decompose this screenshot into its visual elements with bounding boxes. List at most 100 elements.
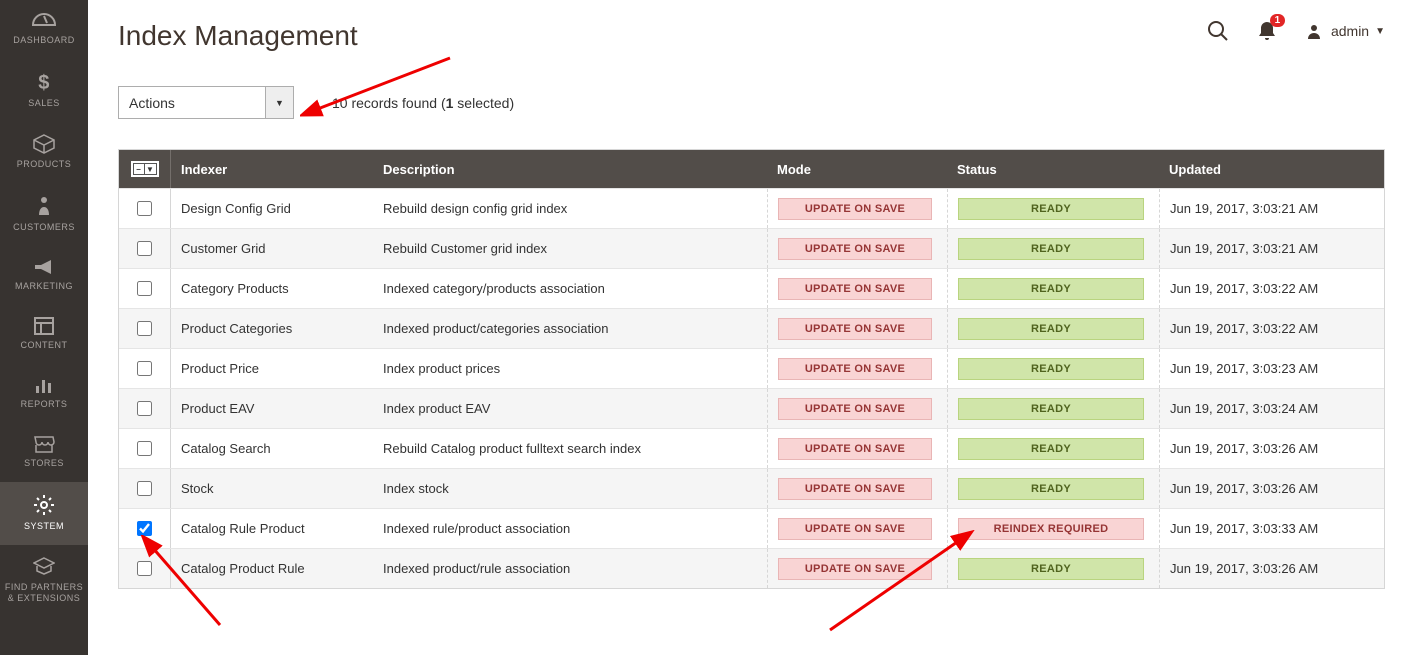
cell-indexer: Stock [171,481,373,496]
table-row: Product Price Index product prices UPDAT… [119,348,1384,388]
cell-indexer: Product Price [171,361,373,376]
sidebar-item-label: REPORTS [21,399,68,409]
box-icon [33,134,55,154]
cell-status: READY [947,389,1159,428]
table-row: Catalog Search Rebuild Catalog product f… [119,428,1384,468]
status-badge: REINDEX REQUIRED [958,518,1144,540]
header-actions: 1 admin▼ [1207,20,1385,42]
row-checkbox[interactable] [137,521,152,536]
layout-icon [34,317,54,335]
mode-badge: UPDATE ON SAVE [778,398,932,420]
mode-badge: UPDATE ON SAVE [778,558,932,580]
dollar-icon: $ [37,71,51,93]
cell-updated: Jun 19, 2017, 3:03:22 AM [1159,309,1384,348]
cell-description: Rebuild Customer grid index [373,241,767,256]
user-menu[interactable]: admin▼ [1305,22,1385,40]
status-badge: READY [958,318,1144,340]
actions-dropdown-toggle[interactable]: ▼ [265,87,293,118]
cell-mode: UPDATE ON SAVE [767,389,947,428]
sidebar-item-label: CUSTOMERS [13,222,75,232]
mode-badge: UPDATE ON SAVE [778,198,932,220]
cell-mode: UPDATE ON SAVE [767,189,947,228]
status-badge: READY [958,198,1144,220]
row-checkbox[interactable] [137,281,152,296]
cell-indexer: Catalog Search [171,441,373,456]
grid-header: −▼ Indexer Description Mode Status Updat… [119,150,1384,188]
sidebar-item-reports[interactable]: REPORTS [0,364,88,423]
sidebar-item-partners[interactable]: FIND PARTNERS & EXTENSIONS [0,545,88,618]
cell-status: REINDEX REQUIRED [947,509,1159,548]
mode-badge: UPDATE ON SAVE [778,478,932,500]
actions-dropdown[interactable]: Actions ▼ [118,86,294,119]
sidebar-item-stores[interactable]: STORES [0,423,88,482]
chevron-down-icon[interactable]: ▼ [145,163,157,175]
chevron-down-icon: ▼ [1375,26,1385,37]
actions-dropdown-label: Actions [119,87,265,118]
notif-count: 1 [1270,14,1286,27]
cell-mode: UPDATE ON SAVE [767,429,947,468]
sidebar-item-label: SYSTEM [24,521,64,531]
cell-updated: Jun 19, 2017, 3:03:22 AM [1159,269,1384,308]
megaphone-icon [33,258,55,276]
cell-updated: Jun 19, 2017, 3:03:21 AM [1159,189,1384,228]
table-row: Category Products Indexed category/produ… [119,268,1384,308]
cell-updated: Jun 19, 2017, 3:03:26 AM [1159,429,1384,468]
page-header: Index Management 1 admin▼ [118,20,1385,52]
search-icon[interactable] [1207,20,1229,42]
sidebar-item-marketing[interactable]: MARKETING [0,246,88,305]
row-checkbox[interactable] [137,201,152,216]
row-checkbox[interactable] [137,361,152,376]
col-header-status[interactable]: Status [947,150,1159,188]
col-header-mode[interactable]: Mode [767,150,947,188]
select-all-control[interactable]: −▼ [131,161,159,177]
col-header-updated[interactable]: Updated [1159,150,1384,188]
cell-description: Indexed rule/product association [373,521,767,536]
cell-status: READY [947,349,1159,388]
sidebar-item-content[interactable]: CONTENT [0,305,88,364]
notifications-icon[interactable]: 1 [1257,20,1277,42]
chevron-down-icon: ▼ [275,98,284,108]
gear-icon [33,494,55,516]
cell-mode: UPDATE ON SAVE [767,349,947,388]
cell-description: Indexed category/products association [373,281,767,296]
cell-mode: UPDATE ON SAVE [767,229,947,268]
index-grid: −▼ Indexer Description Mode Status Updat… [118,149,1385,589]
sidebar-item-customers[interactable]: CUSTOMERS [0,183,88,246]
table-row: Catalog Product Rule Indexed product/rul… [119,548,1384,588]
col-header-description[interactable]: Description [373,162,767,177]
cell-updated: Jun 19, 2017, 3:03:33 AM [1159,509,1384,548]
row-checkbox[interactable] [137,481,152,496]
status-badge: READY [958,398,1144,420]
mode-badge: UPDATE ON SAVE [778,318,932,340]
cell-description: Index product prices [373,361,767,376]
sidebar-item-system[interactable]: SYSTEM [0,482,88,545]
col-header-indexer[interactable]: Indexer [171,162,373,177]
row-checkbox[interactable] [137,441,152,456]
cell-mode: UPDATE ON SAVE [767,269,947,308]
table-row: Product EAV Index product EAV UPDATE ON … [119,388,1384,428]
cell-description: Rebuild design config grid index [373,201,767,216]
row-checkbox[interactable] [137,321,152,336]
table-row: Customer Grid Rebuild Customer grid inde… [119,228,1384,268]
cell-indexer: Category Products [171,281,373,296]
sidebar-item-dashboard[interactable]: DASHBOARD [0,0,88,59]
minus-icon[interactable]: − [133,163,145,175]
cell-indexer: Catalog Product Rule [171,561,373,576]
table-row: Product Categories Indexed product/categ… [119,308,1384,348]
row-checkbox[interactable] [137,241,152,256]
sidebar-item-products[interactable]: PRODUCTS [0,122,88,183]
cell-description: Indexed product/rule association [373,561,767,576]
row-checkbox[interactable] [137,561,152,576]
cell-indexer: Customer Grid [171,241,373,256]
cell-description: Rebuild Catalog product fulltext search … [373,441,767,456]
table-row: Design Config Grid Rebuild design config… [119,188,1384,228]
svg-text:$: $ [38,72,50,93]
row-checkbox[interactable] [137,401,152,416]
status-badge: READY [958,558,1144,580]
status-badge: READY [958,438,1144,460]
cell-indexer: Design Config Grid [171,201,373,216]
cell-status: READY [947,549,1159,588]
sidebar-item-sales[interactable]: $ SALES [0,59,88,122]
sidebar-item-label: STORES [24,458,64,468]
user-icon [1305,22,1323,40]
